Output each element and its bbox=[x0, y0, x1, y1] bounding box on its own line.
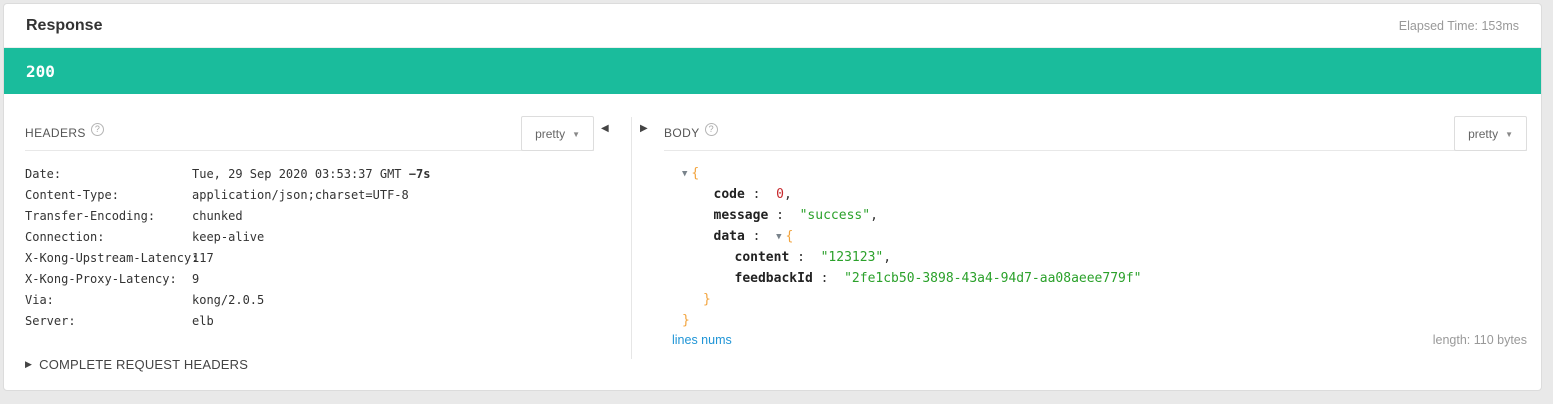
header-value: 9 bbox=[192, 272, 199, 286]
json-key: content bbox=[735, 250, 790, 265]
headers-list: Date:Tue, 29 Sep 2020 03:53:37 GMT −7sCo… bbox=[25, 163, 631, 331]
headers-pretty-dropdown[interactable]: pretty ▼ bbox=[521, 116, 594, 151]
response-card: Response Elapsed Time: 153ms 200 HEADERS… bbox=[3, 3, 1542, 391]
json-key: code bbox=[714, 187, 745, 202]
header-key: X-Kong-Upstream-Latency: bbox=[25, 251, 192, 265]
collapse-right-pane-icon[interactable]: ▶ bbox=[640, 124, 648, 134]
header-row: Server:elb bbox=[25, 310, 631, 331]
body-pane-head: BODY ? pretty ▼ bbox=[664, 116, 1527, 151]
collapse-left-pane-icon[interactable]: ◀ bbox=[601, 124, 609, 134]
chevron-down-icon: ▼ bbox=[572, 128, 580, 139]
header-row: X-Kong-Upstream-Latency:117 bbox=[25, 247, 631, 268]
help-icon[interactable]: ? bbox=[705, 123, 718, 136]
json-colon: : bbox=[745, 187, 776, 202]
header-row: Content-Type:application/json;charset=UT… bbox=[25, 184, 631, 205]
collapse-toggle-icon[interactable]: ▼ bbox=[776, 232, 781, 242]
json-colon: : bbox=[768, 208, 799, 223]
collapse-toggle-icon[interactable]: ▼ bbox=[682, 169, 687, 179]
header-key: X-Kong-Proxy-Latency: bbox=[25, 272, 192, 286]
json-brace: { bbox=[786, 229, 794, 244]
header-key: Server: bbox=[25, 314, 192, 328]
json-line: } bbox=[682, 310, 1527, 331]
header-key: Date: bbox=[25, 167, 192, 181]
body-pretty-label: pretty bbox=[1468, 127, 1498, 141]
json-line: ▼{ bbox=[682, 163, 1527, 184]
help-icon[interactable]: ? bbox=[91, 123, 104, 136]
json-colon: : bbox=[789, 250, 820, 265]
complete-request-headers-toggle[interactable]: ▶ COMPLETE REQUEST HEADERS bbox=[25, 357, 631, 372]
json-string: "success" bbox=[800, 208, 870, 223]
json-key: message bbox=[714, 208, 769, 223]
json-colon: : bbox=[745, 229, 776, 244]
header-key: Content-Type: bbox=[25, 188, 192, 202]
json-key: data bbox=[714, 229, 745, 244]
header-key: Transfer-Encoding: bbox=[25, 209, 192, 223]
headers-pane-title: HEADERS bbox=[25, 126, 86, 140]
json-colon: : bbox=[813, 271, 844, 286]
json-line: message : "success", bbox=[682, 205, 1527, 226]
header-value-suffix: −7s bbox=[409, 167, 431, 181]
json-brace: } bbox=[703, 292, 711, 307]
status-code: 200 bbox=[26, 62, 55, 81]
body-footer: lines nums length: 110 bytes bbox=[672, 333, 1527, 347]
body-pane-title: BODY bbox=[664, 126, 700, 140]
body-pane: BODY ? pretty ▼ ▼{code : 0,message : "su… bbox=[631, 94, 1541, 391]
header-value: elb bbox=[192, 314, 214, 328]
elapsed-time: Elapsed Time: 153ms bbox=[1399, 19, 1519, 33]
body-pretty-dropdown[interactable]: pretty ▼ bbox=[1454, 116, 1527, 151]
json-line: content : "123123", bbox=[682, 247, 1527, 268]
header-key: Connection: bbox=[25, 230, 192, 244]
json-line: code : 0, bbox=[682, 184, 1527, 205]
response-content: HEADERS ? pretty ▼ Date:Tue, 29 Sep 2020… bbox=[4, 94, 1541, 391]
body-length: length: 110 bytes bbox=[1433, 333, 1527, 347]
headers-pane-head: HEADERS ? pretty ▼ bbox=[25, 116, 594, 151]
header-value: Tue, 29 Sep 2020 03:53:37 GMT bbox=[192, 167, 409, 181]
pane-divider bbox=[631, 117, 632, 359]
complete-request-headers-label: COMPLETE REQUEST HEADERS bbox=[39, 357, 248, 372]
json-brace: } bbox=[682, 313, 690, 328]
header-value: keep-alive bbox=[192, 230, 264, 244]
header-row: X-Kong-Proxy-Latency:9 bbox=[25, 268, 631, 289]
json-key: feedbackId bbox=[735, 271, 813, 286]
json-punctuation: , bbox=[870, 208, 878, 223]
chevron-down-icon: ▼ bbox=[1505, 128, 1513, 139]
lines-nums-link[interactable]: lines nums bbox=[672, 333, 732, 347]
header-value: 117 bbox=[192, 251, 214, 265]
json-brace: { bbox=[691, 166, 699, 181]
json-line: feedbackId : "2fe1cb50-3898-43a4-94d7-aa… bbox=[682, 268, 1527, 289]
header-value: chunked bbox=[192, 209, 243, 223]
json-line: data : ▼ { bbox=[682, 226, 1527, 247]
header-row: Via:kong/2.0.5 bbox=[25, 289, 631, 310]
json-punctuation: , bbox=[784, 187, 792, 202]
expand-arrow-icon: ▶ bbox=[25, 359, 32, 370]
json-number: 0 bbox=[776, 187, 784, 202]
json-string: "2fe1cb50-3898-43a4-94d7-aa08aeee779f" bbox=[844, 271, 1141, 286]
header-value: application/json;charset=UTF-8 bbox=[192, 188, 409, 202]
header-row: Date:Tue, 29 Sep 2020 03:53:37 GMT −7s bbox=[25, 163, 631, 184]
header-row: Transfer-Encoding:chunked bbox=[25, 205, 631, 226]
json-punctuation: , bbox=[883, 250, 891, 265]
header-value: kong/2.0.5 bbox=[192, 293, 264, 307]
response-header: Response Elapsed Time: 153ms bbox=[4, 4, 1541, 48]
header-key: Via: bbox=[25, 293, 192, 307]
response-title: Response bbox=[26, 17, 102, 35]
json-line: } bbox=[682, 289, 1527, 310]
headers-pretty-label: pretty bbox=[535, 127, 565, 141]
json-body-viewer: ▼{code : 0,message : "success",data : ▼{… bbox=[682, 163, 1527, 331]
json-string: "123123" bbox=[821, 250, 884, 265]
status-bar: 200 bbox=[4, 48, 1541, 94]
headers-pane: HEADERS ? pretty ▼ Date:Tue, 29 Sep 2020… bbox=[4, 94, 631, 391]
header-row: Connection:keep-alive bbox=[25, 226, 631, 247]
